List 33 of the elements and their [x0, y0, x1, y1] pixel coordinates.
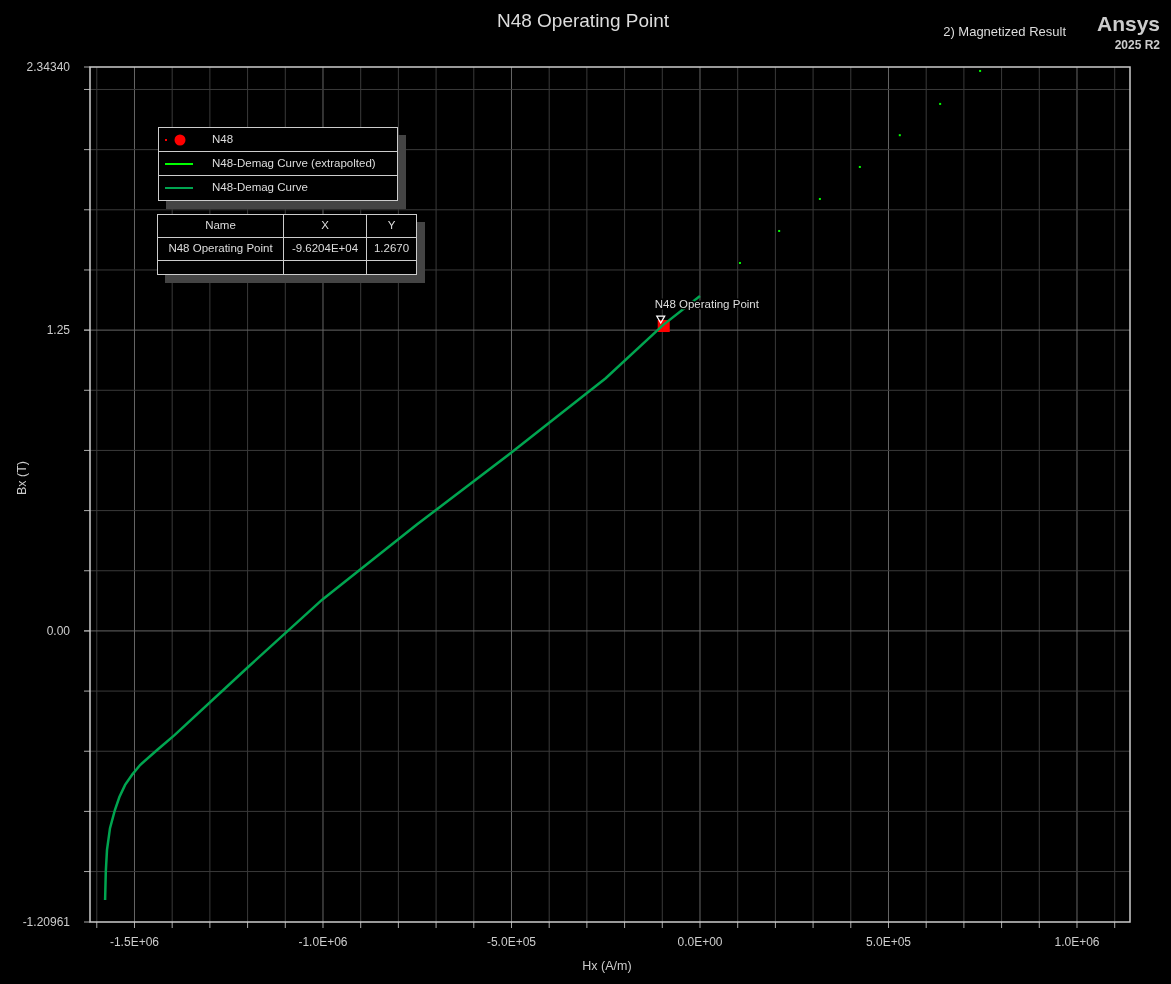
table-cell: 1.2670: [366, 237, 417, 261]
point: [939, 102, 942, 105]
y-tick-label: 1.25: [46, 323, 70, 338]
column-header: Y: [366, 214, 417, 238]
legend-label: N48-Demag Curve (extrapolted): [212, 155, 376, 171]
column-header: X: [283, 214, 367, 238]
x-tick-label: 0.0E+00: [677, 935, 723, 949]
chart-title: N48 Operating Point: [496, 10, 670, 31]
x-tick-label: -1.0E+06: [298, 935, 348, 949]
x-tick-label: 1.0E+06: [1054, 935, 1100, 949]
point: [979, 69, 982, 72]
x-tick-label: -1.5E+06: [109, 935, 159, 949]
y-axis-title: Bx (T): [15, 461, 29, 495]
point: [898, 134, 901, 137]
legend-label: N48: [212, 131, 234, 147]
x-axis-title: Hx (A/m): [582, 959, 632, 973]
y-tick-label: 0.00: [46, 623, 70, 638]
marker-triangle-icon: [655, 315, 666, 325]
y-tick-label: -1.20961: [22, 915, 70, 929]
point: [778, 229, 781, 232]
x-tick-label: -5.0E+05: [486, 935, 536, 949]
brand-logo: Ansys: [1096, 12, 1160, 35]
point: [738, 261, 741, 264]
point: [818, 197, 821, 200]
y-tick-label: 2.34340: [26, 60, 70, 74]
column-header: Name: [157, 214, 284, 238]
version-label: 2025 R2: [1114, 38, 1160, 52]
table-cell: N48 Operating Point: [157, 237, 284, 261]
point: [858, 165, 861, 168]
result-label: 2) Magnetized Result: [943, 24, 1066, 39]
table-cell: -9.6204E+04: [283, 237, 367, 261]
x-tick-label: 5.0E+05: [865, 935, 911, 949]
legend-label: N48-Demag Curve: [212, 180, 308, 196]
